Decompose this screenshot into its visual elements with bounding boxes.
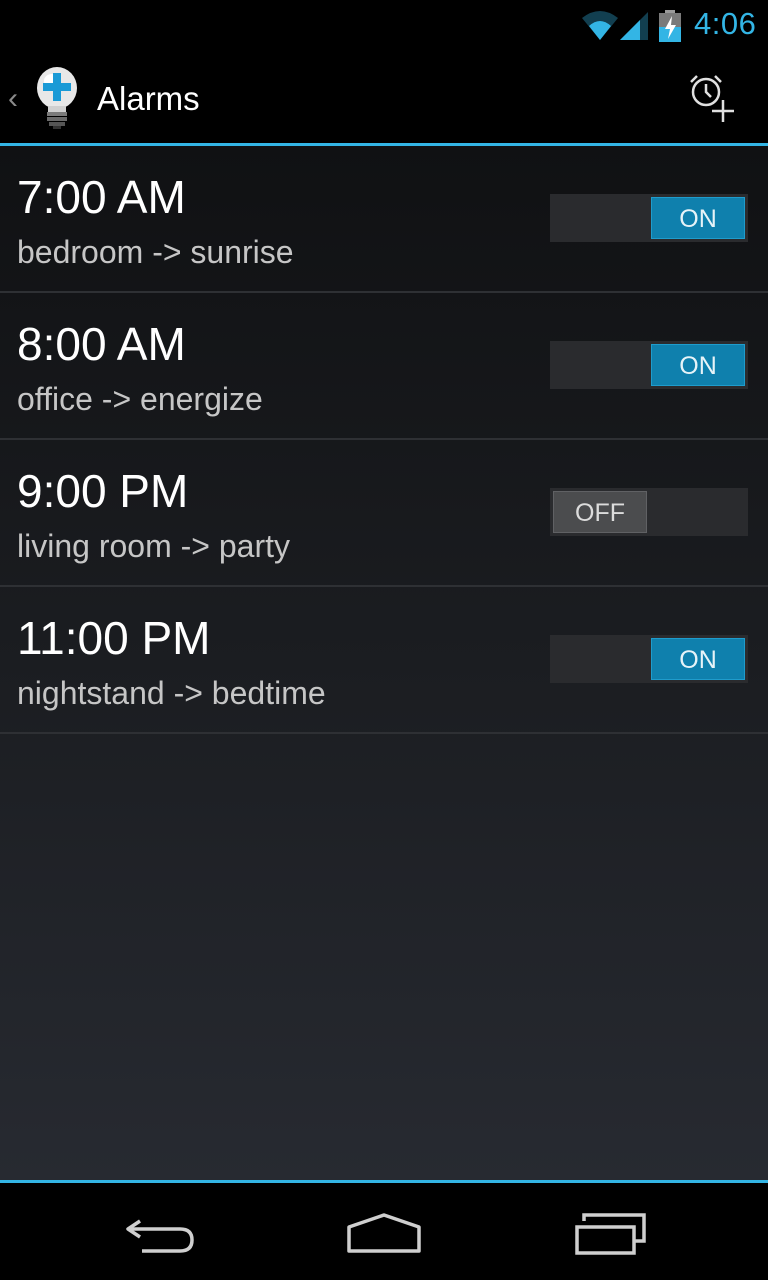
toggle-thumb: ON xyxy=(651,197,745,239)
status-clock: 4:06 xyxy=(694,6,757,41)
lightbulb-plus-icon[interactable] xyxy=(32,64,82,130)
row-divider xyxy=(0,732,768,734)
alarm-toggle[interactable]: ON xyxy=(550,341,748,389)
status-bar: 4:06 xyxy=(0,0,768,50)
alarm-label: bedroom -> sunrise xyxy=(17,234,294,270)
alarm-row-2[interactable]: 9:00 PM living room -> party OFF xyxy=(0,440,768,587)
alarm-toggle[interactable]: OFF xyxy=(550,488,748,536)
battery-charging-icon xyxy=(659,10,681,42)
nav-bar xyxy=(0,1183,768,1280)
wifi-icon xyxy=(582,11,618,40)
alarm-time: 11:00 PM xyxy=(17,612,211,664)
toggle-thumb: ON xyxy=(651,638,745,680)
signal-icon xyxy=(620,12,648,40)
page-title: Alarms xyxy=(97,80,200,117)
alarm-row-1[interactable]: 8:00 AM office -> energize ON xyxy=(0,293,768,440)
alarm-time: 9:00 PM xyxy=(17,465,189,517)
home-icon[interactable] xyxy=(345,1211,423,1255)
alarm-list: 7:00 AM bedroom -> sunrise ON 8:00 AM of… xyxy=(0,146,768,1180)
recents-icon[interactable] xyxy=(572,1213,648,1257)
toggle-thumb: OFF xyxy=(553,491,647,533)
alarm-toggle[interactable]: ON xyxy=(550,194,748,242)
alarm-label: nightstand -> bedtime xyxy=(17,675,326,711)
alarm-time: 7:00 AM xyxy=(17,171,186,223)
add-alarm-icon[interactable] xyxy=(680,70,740,126)
alarm-label: office -> energize xyxy=(17,381,263,417)
back-icon[interactable] xyxy=(122,1213,196,1257)
up-caret-icon[interactable]: ‹ xyxy=(8,82,18,116)
alarm-row-0[interactable]: 7:00 AM bedroom -> sunrise ON xyxy=(0,146,768,293)
alarm-time: 8:00 AM xyxy=(17,318,186,370)
alarm-toggle[interactable]: ON xyxy=(550,635,748,683)
alarm-row-3[interactable]: 11:00 PM nightstand -> bedtime ON xyxy=(0,587,768,734)
toggle-thumb: ON xyxy=(651,344,745,386)
alarm-label: living room -> party xyxy=(17,528,290,564)
